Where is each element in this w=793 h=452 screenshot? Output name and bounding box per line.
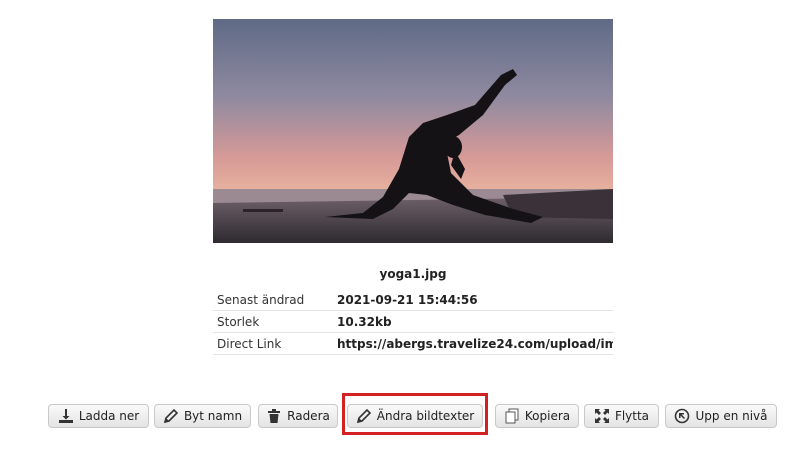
download-icon bbox=[58, 408, 74, 424]
direct-link-value[interactable]: https://abergs.travelize24.com/upload/im… bbox=[333, 332, 613, 355]
rename-button[interactable]: Byt namn bbox=[154, 404, 251, 428]
direct-link-label: Direct Link bbox=[213, 332, 333, 355]
table-row: Senast ändrad 2021-09-21 15:44:56 bbox=[213, 289, 613, 311]
modified-label: Senast ändrad bbox=[213, 289, 333, 311]
delete-label: Radera bbox=[287, 409, 330, 423]
yoga-photo bbox=[213, 19, 613, 243]
copy-button[interactable]: Kopiera bbox=[495, 404, 579, 428]
highlight-box bbox=[342, 393, 488, 435]
move-icon bbox=[594, 408, 610, 424]
size-value: 10.32kb bbox=[333, 310, 613, 333]
up-level-button[interactable]: Upp en nivå bbox=[665, 404, 777, 428]
download-button[interactable]: Ladda ner bbox=[48, 404, 149, 428]
move-button[interactable]: Flytta bbox=[584, 404, 659, 428]
file-name: yoga1.jpg bbox=[379, 267, 447, 281]
up-level-label: Upp en nivå bbox=[695, 409, 768, 423]
trash-icon bbox=[266, 408, 282, 424]
up-level-icon bbox=[674, 408, 690, 424]
copy-label: Kopiera bbox=[524, 409, 571, 423]
delete-button[interactable]: Radera bbox=[258, 404, 338, 428]
download-label: Ladda ner bbox=[78, 409, 140, 423]
file-info-table: Senast ändrad 2021-09-21 15:44:56 Storle… bbox=[213, 289, 613, 355]
move-label: Flytta bbox=[614, 409, 650, 423]
copy-icon bbox=[504, 408, 520, 424]
table-row: Storlek 10.32kb bbox=[213, 310, 613, 333]
image-preview bbox=[213, 19, 613, 243]
table-row: Direct Link https://abergs.travelize24.c… bbox=[213, 332, 613, 355]
modified-value: 2021-09-21 15:44:56 bbox=[333, 289, 613, 311]
pencil-icon bbox=[163, 408, 179, 424]
rename-label: Byt namn bbox=[183, 409, 243, 423]
size-label: Storlek bbox=[213, 310, 333, 333]
